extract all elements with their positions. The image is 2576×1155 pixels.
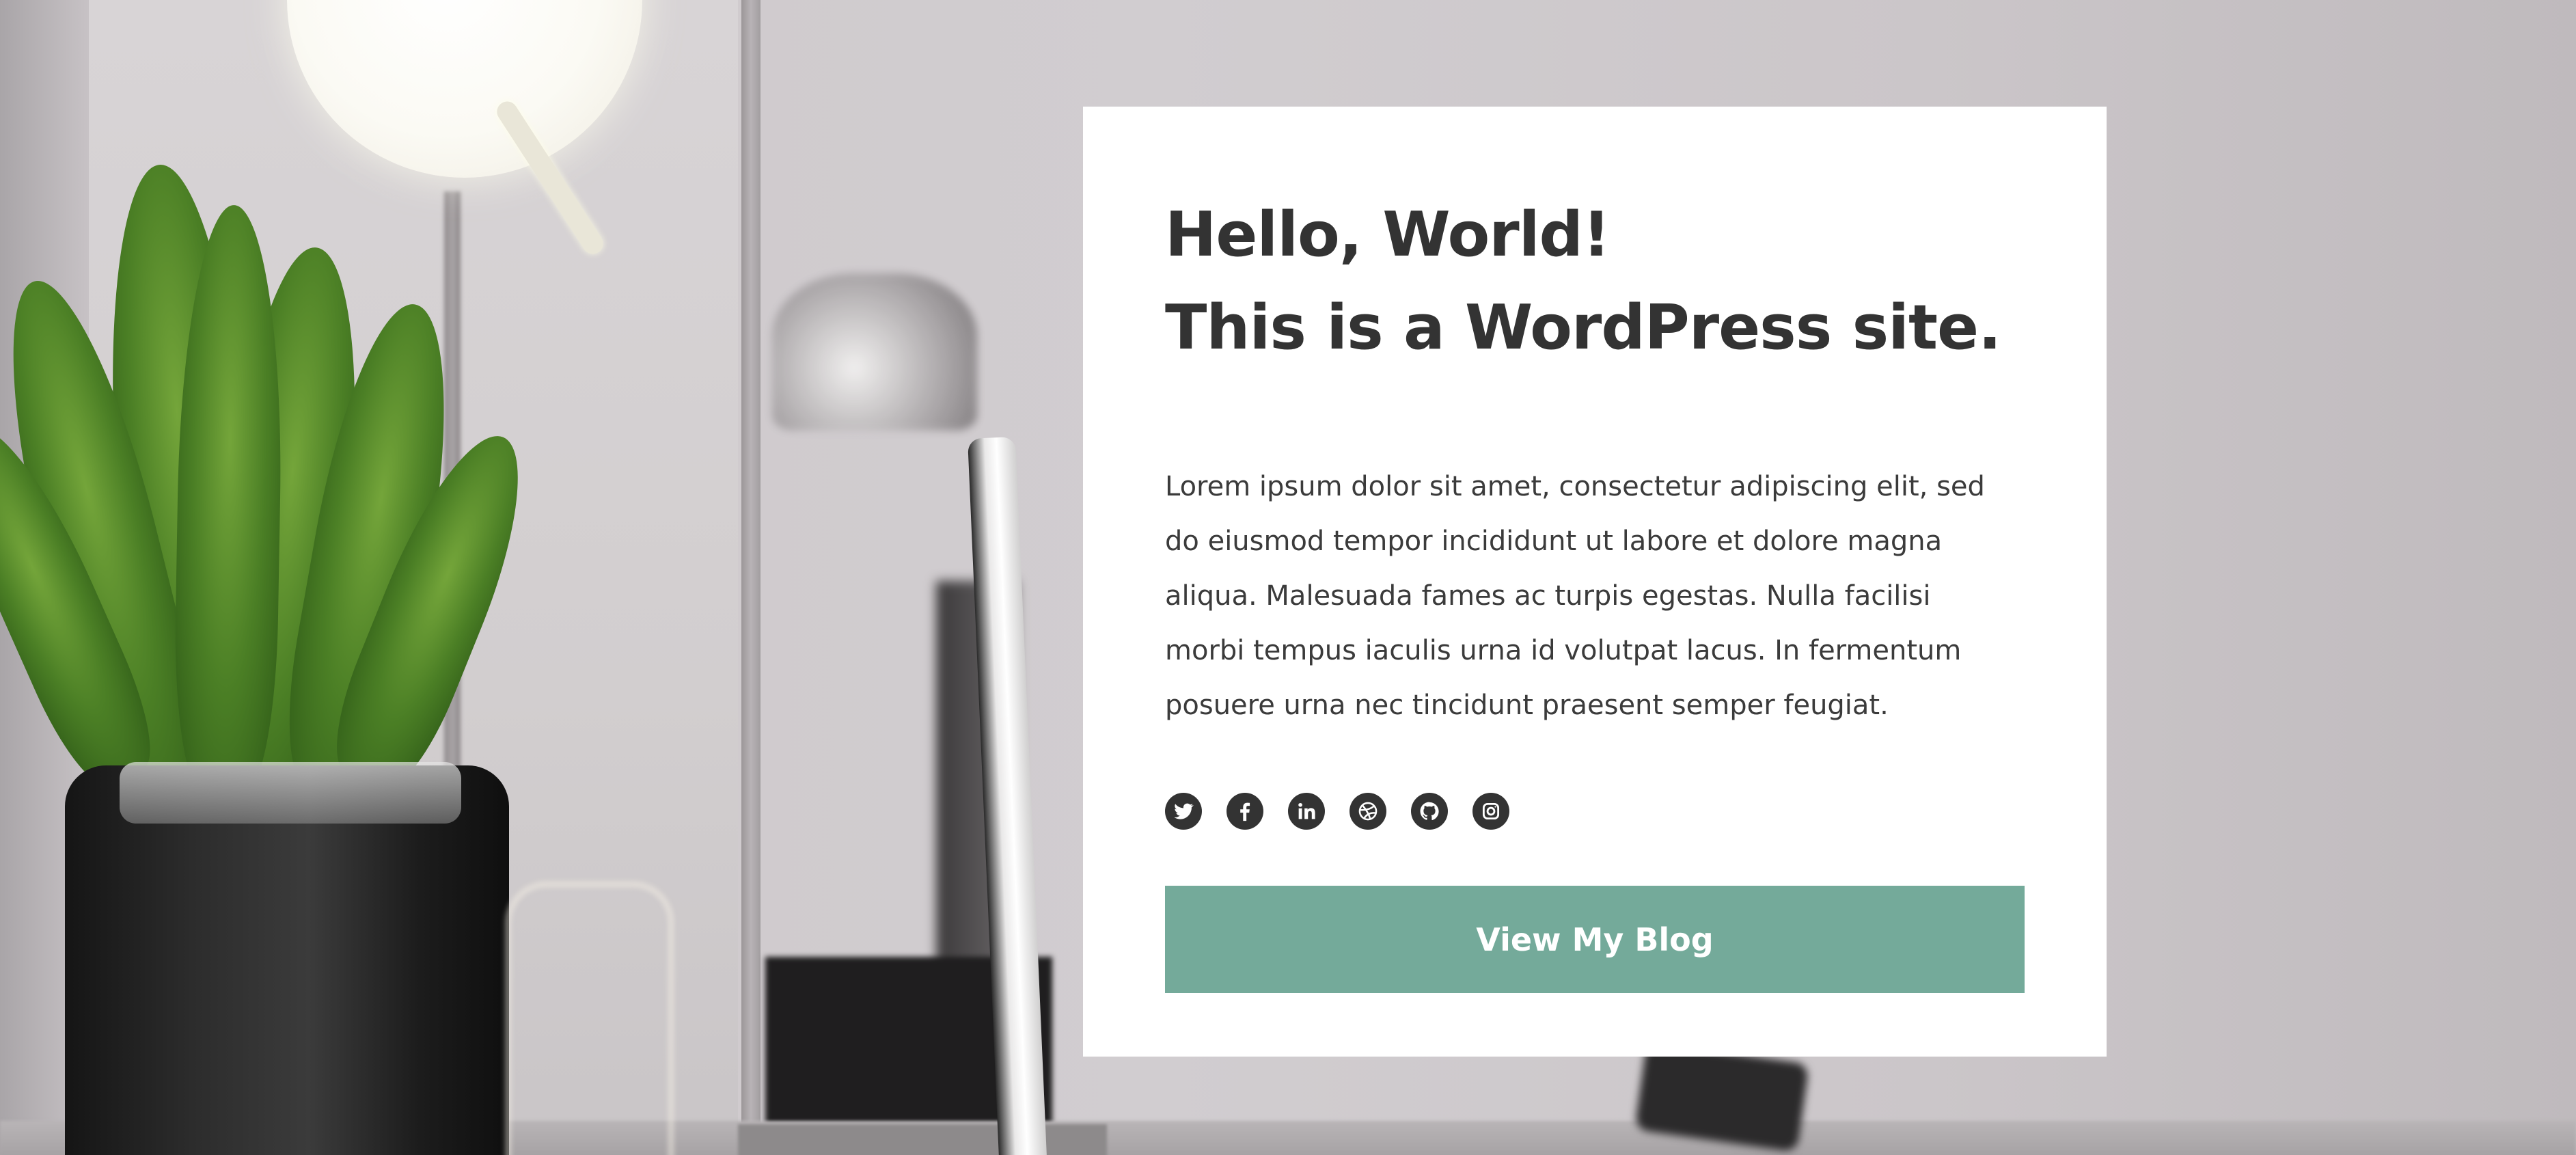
view-my-blog-button[interactable]: View My Blog xyxy=(1165,886,2025,993)
background-pole xyxy=(741,0,761,1155)
title-line-1: Hello, World! xyxy=(1165,199,1611,271)
hero-card: Hello, World! This is a WordPress site. … xyxy=(1083,107,2107,1057)
twitter-icon[interactable] xyxy=(1165,793,1202,830)
page-title: Hello, World! This is a WordPress site. xyxy=(1165,189,2025,375)
title-line-2: This is a WordPress site. xyxy=(1165,292,2001,364)
github-icon[interactable] xyxy=(1411,793,1448,830)
background-glass-jar xyxy=(506,882,674,1155)
linkedin-icon[interactable] xyxy=(1288,793,1325,830)
social-links xyxy=(1165,793,2025,830)
instagram-icon[interactable] xyxy=(1472,793,1509,830)
background-plant xyxy=(0,160,615,820)
dribbble-icon[interactable] xyxy=(1349,793,1386,830)
background-jar xyxy=(65,765,509,1155)
background-jar-rim xyxy=(120,762,461,824)
background-desk-lamp xyxy=(772,273,977,431)
intro-paragraph: Lorem ipsum dolor sit amet, consectetur … xyxy=(1165,471,1985,721)
facebook-icon[interactable] xyxy=(1227,793,1263,830)
background-desk-tray xyxy=(738,1124,1107,1155)
